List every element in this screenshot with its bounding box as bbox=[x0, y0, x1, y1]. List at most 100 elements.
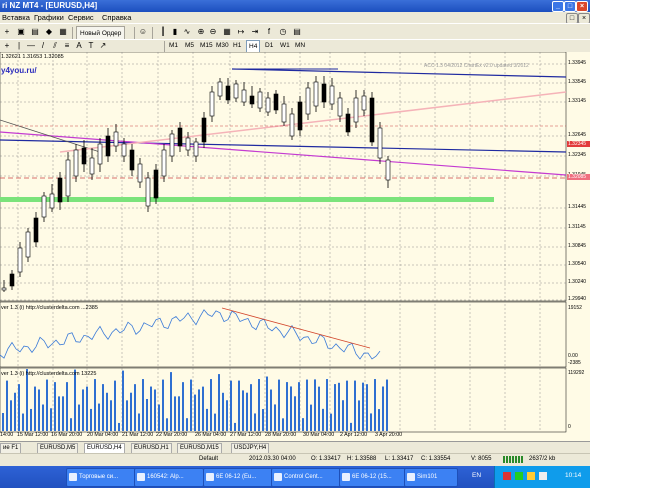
volume-bar bbox=[14, 392, 16, 431]
candle-body bbox=[81, 147, 87, 165]
crosshair-icon[interactable]: + bbox=[2, 41, 12, 51]
folder-icon[interactable]: ▤ bbox=[30, 27, 40, 37]
candle-body bbox=[377, 127, 383, 159]
menu-insert[interactable]: Вставка bbox=[2, 13, 30, 22]
volume-bar bbox=[66, 382, 68, 431]
candle-body bbox=[321, 83, 327, 103]
taskbar-button-label: 6E 06-12 (15... bbox=[352, 474, 392, 480]
tray-icon[interactable] bbox=[503, 472, 511, 480]
status-traffic: 2637/2 kb bbox=[529, 456, 556, 462]
bar-chart-icon[interactable]: ┃ bbox=[158, 27, 168, 37]
candle-body bbox=[89, 157, 95, 175]
menu-help[interactable]: Справка bbox=[102, 13, 131, 22]
candle-body bbox=[137, 163, 143, 183]
window-icon[interactable]: ▣ bbox=[16, 27, 26, 37]
volume-bar bbox=[330, 413, 332, 431]
tf-mn[interactable]: MN bbox=[293, 40, 307, 51]
candle-body bbox=[113, 131, 119, 147]
taskbar-button[interactable]: Sim101 bbox=[404, 468, 458, 487]
taskbar-button[interactable]: 160542: Alp... bbox=[134, 468, 204, 487]
tray-icon[interactable] bbox=[515, 472, 523, 480]
periods-icon[interactable]: ◷ bbox=[278, 27, 288, 37]
navigator-icon[interactable]: ◆ bbox=[44, 27, 54, 37]
channel-icon[interactable]: ⫽ bbox=[50, 41, 60, 51]
volume-bar bbox=[98, 403, 100, 431]
ind2-scale-bottom: 0 bbox=[568, 424, 571, 430]
indicator1-label: ver 1.3 (i) http://clusterdelta.com ...2… bbox=[1, 305, 98, 311]
candle-body bbox=[49, 193, 55, 209]
volume-bar bbox=[274, 404, 276, 431]
candle-body bbox=[17, 247, 23, 273]
title-bar: ri NZ MT4 - [EURUSD,H4] _ □ × bbox=[0, 0, 590, 12]
tile-icon[interactable]: ▦ bbox=[222, 27, 232, 37]
volume-bar bbox=[138, 413, 140, 431]
menu-tools[interactable]: Сервис bbox=[68, 13, 94, 22]
label-icon[interactable]: T bbox=[86, 41, 96, 51]
tf-m30[interactable]: M30 bbox=[214, 40, 231, 51]
add-icon[interactable]: + bbox=[2, 27, 12, 37]
price-axis-label: 1.33145 bbox=[568, 98, 587, 104]
taskbar-button[interactable]: Control Cent... bbox=[271, 468, 341, 487]
volume-bar bbox=[278, 379, 280, 431]
date-label: 27 Mar 12:00 bbox=[230, 432, 262, 438]
minimize-icon[interactable]: _ bbox=[552, 1, 564, 12]
chart-window[interactable]: 1.32621 1.31653 1.32085 y4you.ru/ ACC 1.… bbox=[0, 52, 590, 441]
tray-icon[interactable] bbox=[539, 472, 547, 480]
tf-d1[interactable]: D1 bbox=[263, 40, 275, 51]
arrows-icon[interactable]: ↗ bbox=[98, 41, 108, 51]
horizontal-line-icon[interactable]: — bbox=[26, 41, 36, 51]
tf-h1[interactable]: H1 bbox=[231, 40, 243, 51]
chart-shift-icon[interactable]: ⇥ bbox=[250, 27, 260, 37]
date-label: 26 Mar 04:00 bbox=[195, 432, 227, 438]
zoom-out-icon[interactable]: ⊖ bbox=[208, 27, 218, 37]
tf-m1[interactable]: M1 bbox=[167, 40, 180, 51]
close-icon[interactable]: × bbox=[576, 1, 588, 12]
date-label: 3 Apr 20:00 bbox=[375, 432, 403, 438]
tf-m15[interactable]: M15 bbox=[198, 40, 215, 51]
ohlc-info: 1.32621 1.31653 1.32085 bbox=[1, 54, 64, 60]
candle bbox=[369, 92, 375, 146]
tray-icon[interactable] bbox=[527, 472, 535, 480]
volume-bar bbox=[2, 413, 4, 431]
volume-bar bbox=[30, 408, 32, 431]
candle-body bbox=[241, 89, 247, 103]
volume-bar bbox=[34, 386, 36, 431]
menu-charts[interactable]: Графики bbox=[34, 13, 64, 22]
taskbar-button-label: 6E 06-12 (Eu... bbox=[216, 474, 257, 480]
expert-icon[interactable]: ☺ bbox=[138, 27, 148, 37]
chart-canvas[interactable] bbox=[0, 52, 590, 441]
candle-body bbox=[121, 143, 127, 157]
volume-bar bbox=[146, 398, 148, 431]
candle-body bbox=[305, 87, 311, 115]
terminal-icon[interactable]: ▦ bbox=[58, 27, 68, 37]
volume-bar bbox=[302, 418, 304, 431]
price-axis-label: 1.30540 bbox=[568, 261, 587, 267]
templates-icon[interactable]: ▤ bbox=[292, 27, 302, 37]
text-icon[interactable]: A bbox=[74, 41, 84, 51]
taskbar-button[interactable]: 6E 06-12 (Eu... bbox=[203, 468, 273, 487]
candle-chart-icon[interactable]: ▮ bbox=[170, 27, 180, 37]
candle-body bbox=[217, 81, 223, 97]
volume-bar bbox=[154, 389, 156, 431]
candle-body bbox=[129, 149, 135, 171]
taskbar-button[interactable]: 6E 06-12 (15... bbox=[339, 468, 409, 487]
volume-bar bbox=[210, 379, 212, 431]
autoscroll-icon[interactable]: ↦ bbox=[236, 27, 246, 37]
ind1-scale-top: 19152 bbox=[568, 305, 582, 311]
fibo-icon[interactable]: ≡ bbox=[62, 41, 72, 51]
trendline-icon[interactable]: / bbox=[38, 41, 48, 51]
volume-bar bbox=[70, 418, 72, 431]
taskbar-button-label: 160542: Alp... bbox=[147, 474, 184, 480]
candle-body bbox=[289, 113, 295, 137]
tf-m5[interactable]: M5 bbox=[183, 40, 196, 51]
indicators-icon[interactable]: f bbox=[264, 27, 274, 37]
tf-w1[interactable]: W1 bbox=[278, 40, 292, 51]
zoom-in-icon[interactable]: ⊕ bbox=[196, 27, 206, 37]
status-bar: Default 2012.03.30 04:00 O: 1.33417 H: 1… bbox=[0, 453, 590, 466]
taskbar-button[interactable]: Торговые си... bbox=[66, 468, 136, 487]
line-chart-icon[interactable]: ∿ bbox=[182, 27, 192, 37]
vertical-line-icon[interactable]: | bbox=[14, 41, 24, 51]
maximize-icon[interactable]: □ bbox=[564, 1, 576, 12]
language-indicator[interactable]: EN bbox=[472, 472, 481, 479]
volume-bar bbox=[334, 384, 336, 431]
